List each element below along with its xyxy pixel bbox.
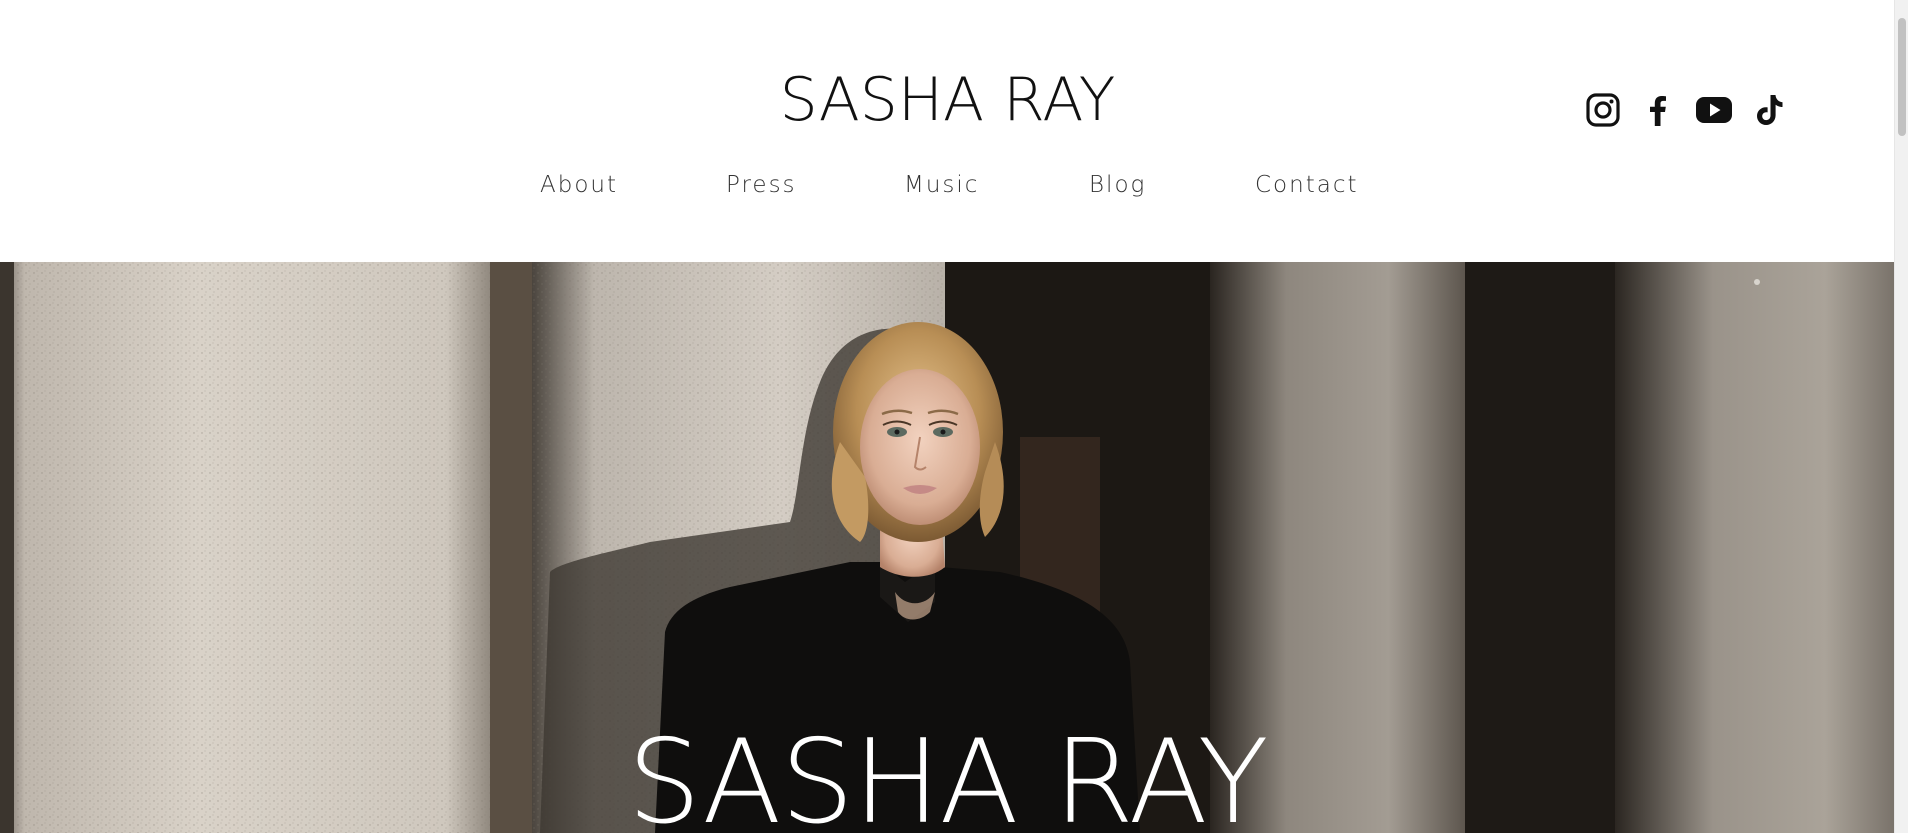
youtube-icon[interactable] xyxy=(1695,92,1733,128)
page: SASHA RAY About Press Music Blog Contact xyxy=(0,0,1908,833)
hero-section: SASHA RAY xyxy=(0,262,1895,833)
nav-item-press[interactable]: Press xyxy=(726,170,797,200)
nav-item-about[interactable]: About xyxy=(540,170,618,200)
tiktok-icon[interactable] xyxy=(1751,92,1787,128)
scrollbar-thumb[interactable] xyxy=(1898,18,1906,136)
nav-item-contact[interactable]: Contact xyxy=(1255,170,1358,200)
main-nav: About Press Music Blog Contact xyxy=(0,170,1895,200)
site-header: SASHA RAY About Press Music Blog Contact xyxy=(0,0,1895,262)
facebook-icon[interactable] xyxy=(1640,92,1676,128)
instagram-icon[interactable] xyxy=(1585,92,1621,128)
nav-item-blog[interactable]: Blog xyxy=(1089,170,1146,200)
scrollbar[interactable] xyxy=(1894,0,1908,833)
social-links xyxy=(1585,92,1785,130)
hero-title: SASHA RAY xyxy=(627,715,1268,833)
nav-item-music[interactable]: Music xyxy=(904,170,979,200)
